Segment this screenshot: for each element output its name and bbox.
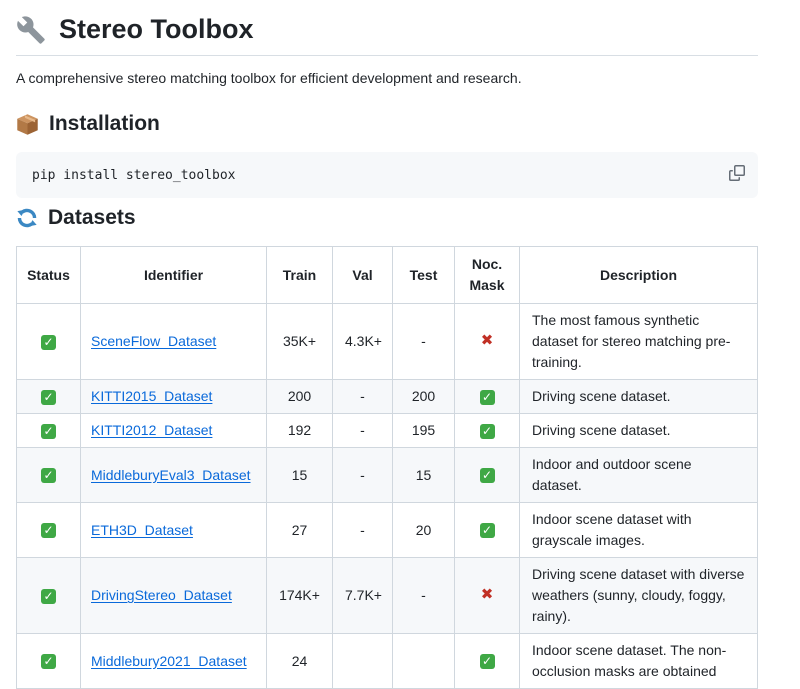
description-cell: Indoor scene dataset with grayscale imag… [520, 503, 758, 558]
table-header: Status Identifier Train Val Test Noc. Ma… [17, 247, 758, 304]
test-cell: - [393, 558, 455, 634]
val-cell: 7.7K+ [333, 558, 393, 634]
col-description: Description [520, 247, 758, 304]
installation-heading-text: Installation [49, 112, 160, 136]
col-test: Test [393, 247, 455, 304]
dataset-link[interactable]: MiddleburyEval3_Dataset [91, 467, 251, 483]
code-text: pip install stereo_toolbox [32, 168, 236, 183]
test-cell: - [393, 304, 455, 380]
test-cell: 15 [393, 448, 455, 503]
train-cell: 192 [267, 414, 333, 448]
check-icon [41, 335, 56, 350]
dataset-link[interactable]: Middlebury2021_Dataset [91, 653, 247, 669]
train-cell: 35K+ [267, 304, 333, 380]
description-cell: Driving scene dataset. [520, 414, 758, 448]
val-cell: - [333, 414, 393, 448]
cross-icon [481, 585, 494, 606]
train-cell: 24 [267, 634, 333, 689]
dataset-link[interactable]: KITTI2012_Dataset [91, 422, 212, 438]
check-icon [41, 424, 56, 439]
description-cell: The most famous synthetic dataset for st… [520, 304, 758, 380]
check-icon [480, 468, 495, 483]
table-row: DrivingStereo_Dataset 174K+ 7.7K+ - Driv… [17, 558, 758, 634]
train-cell: 15 [267, 448, 333, 503]
col-identifier: Identifier [81, 247, 267, 304]
dataset-link[interactable]: SceneFlow_Dataset [91, 333, 216, 349]
installation-heading: Installation [16, 112, 758, 136]
table-row: KITTI2012_Dataset 192 - 195 Driving scen… [17, 414, 758, 448]
table-row: MiddleburyEval3_Dataset 15 - 15 Indoor a… [17, 448, 758, 503]
readme-page: Stereo Toolbox A comprehensive stereo ma… [16, 10, 758, 689]
package-icon [16, 113, 39, 136]
check-icon [41, 589, 56, 604]
table-row: SceneFlow_Dataset 35K+ 4.3K+ - The most … [17, 304, 758, 380]
val-cell: - [333, 503, 393, 558]
sync-icon [16, 207, 38, 229]
check-icon [480, 424, 495, 439]
datasets-heading-text: Datasets [48, 206, 136, 230]
val-cell: 4.3K+ [333, 304, 393, 380]
val-cell: - [333, 448, 393, 503]
train-cell: 27 [267, 503, 333, 558]
dataset-link[interactable]: ETH3D_Dataset [91, 522, 193, 538]
description-cell: Driving scene dataset with diverse weath… [520, 558, 758, 634]
test-cell: 20 [393, 503, 455, 558]
val-cell [333, 634, 393, 689]
page-title-text: Stereo Toolbox [59, 14, 254, 45]
check-icon [41, 390, 56, 405]
description-cell: Indoor and outdoor scene dataset. [520, 448, 758, 503]
copy-icon [729, 169, 745, 184]
val-cell: - [333, 380, 393, 414]
wrench-icon [16, 15, 46, 45]
dataset-link[interactable]: KITTI2015_Dataset [91, 388, 212, 404]
datasets-table: Status Identifier Train Val Test Noc. Ma… [16, 246, 758, 689]
cross-icon [481, 331, 494, 352]
dataset-link[interactable]: DrivingStereo_Dataset [91, 587, 232, 603]
col-train: Train [267, 247, 333, 304]
train-cell: 174K+ [267, 558, 333, 634]
test-cell: 195 [393, 414, 455, 448]
train-cell: 200 [267, 380, 333, 414]
table-row: Middlebury2021_Dataset 24 Indoor scene d… [17, 634, 758, 689]
copy-button[interactable] [725, 161, 749, 185]
col-noc-mask: Noc. Mask [455, 247, 520, 304]
check-icon [480, 654, 495, 669]
table-row: ETH3D_Dataset 27 - 20 Indoor scene datas… [17, 503, 758, 558]
col-val: Val [333, 247, 393, 304]
page-title: Stereo Toolbox [16, 10, 758, 56]
check-icon [41, 523, 56, 538]
check-icon [480, 390, 495, 405]
table-row: KITTI2015_Dataset 200 - 200 Driving scen… [17, 380, 758, 414]
check-icon [480, 523, 495, 538]
description-cell: Driving scene dataset. [520, 380, 758, 414]
tagline: A comprehensive stereo matching toolbox … [16, 70, 758, 86]
test-cell [393, 634, 455, 689]
test-cell: 200 [393, 380, 455, 414]
datasets-heading: Datasets [16, 206, 758, 230]
check-icon [41, 654, 56, 669]
description-cell: Indoor scene dataset. The non-occlusion … [520, 634, 758, 689]
code-block: pip install stereo_toolbox [16, 152, 758, 198]
check-icon [41, 468, 56, 483]
col-status: Status [17, 247, 81, 304]
